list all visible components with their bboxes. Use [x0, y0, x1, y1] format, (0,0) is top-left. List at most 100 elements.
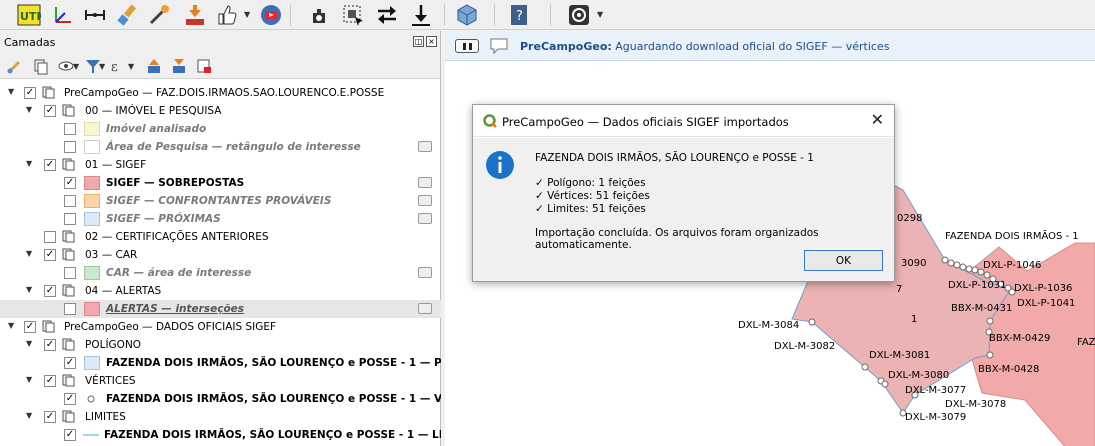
layer-sigef-sobrepostas[interactable]: ✓ SIGEF — SOBREPOSTAS [0, 174, 441, 192]
plugin-icon[interactable] [566, 2, 592, 28]
paint-brush-icon[interactable] [114, 2, 140, 28]
filter-indicator-icon[interactable] [418, 141, 432, 152]
layer-checkbox[interactable] [64, 123, 76, 135]
layer-checkbox[interactable]: ✓ [64, 357, 76, 369]
group-folder-icon [42, 86, 55, 99]
download-layer-icon[interactable] [182, 2, 208, 28]
map-label: DXL-M-3078 [945, 399, 1006, 410]
layer-poligono-fazenda[interactable]: ✓ FAZENDA DOIS IRMÃOS, SÃO LOURENÇO e PO… [0, 354, 441, 372]
collapse-arrow-icon[interactable]: ▼ [26, 375, 32, 384]
swap-arrows-icon[interactable] [374, 2, 400, 28]
collapse-arrow-icon[interactable]: ▼ [26, 249, 32, 258]
filter-indicator-icon[interactable] [418, 303, 432, 314]
layer-checkbox[interactable] [64, 213, 76, 225]
layer-symbol [84, 122, 100, 136]
layer-checkbox[interactable] [64, 141, 76, 153]
layer-limites-fazenda[interactable]: ✓ FAZENDA DOIS IRMÃOS, SÃO LOURENÇO e PO… [0, 426, 441, 444]
layer-sigef-proximas[interactable]: SIGEF — PRÓXIMAS [0, 210, 441, 228]
float-panel-icon[interactable]: ◫ [413, 36, 424, 47]
eyedropper-icon[interactable] [146, 2, 172, 28]
layer-checkbox[interactable]: ✓ [44, 339, 56, 351]
layer-sigef-confrontantes[interactable]: SIGEF — CONFRONTANTES PROVÁVEIS [0, 192, 441, 210]
layers-panel-toolbar: ▼ ▼ ε ▼ [0, 53, 440, 79]
ok-button[interactable]: OK [804, 250, 883, 271]
layer-checkbox[interactable]: ✓ [64, 177, 76, 189]
layer-checkbox[interactable] [64, 303, 76, 315]
add-group-icon[interactable] [32, 57, 50, 75]
youtube-gear-icon[interactable] [258, 2, 284, 28]
expand-all-icon[interactable] [145, 57, 163, 75]
layer-checkbox[interactable] [64, 267, 76, 279]
style-brush-icon[interactable] [6, 57, 24, 75]
collapse-arrow-icon[interactable]: ▼ [26, 285, 32, 294]
axes-icon[interactable] [50, 2, 76, 28]
layer-alertas-intersecoes[interactable]: ALERTAS — interseções [0, 300, 441, 318]
layer-group-limites[interactable]: ▼ ✓ LIMITES [0, 408, 441, 426]
layer-checkbox[interactable] [64, 195, 76, 207]
layer-checkbox[interactable]: ✓ [24, 321, 36, 333]
filter-indicator-icon[interactable] [418, 213, 432, 224]
layer-group-root-precampo[interactable]: ▼ ✓ PreCampoGeo — FAZ.DOIS.IRMAOS.SAO.LO… [0, 84, 441, 102]
layer-group-alertas[interactable]: ▼ ✓ 04 — ALERTAS [0, 282, 441, 300]
collapse-arrow-icon[interactable]: ▼ [26, 411, 32, 420]
map-label: DXL-P-1036 [1014, 283, 1072, 294]
layer-area-pesquisa[interactable]: Área de Pesquisa — retângulo de interess… [0, 138, 441, 156]
select-feature-icon[interactable] [340, 2, 366, 28]
thumbs-up-icon[interactable] [214, 2, 240, 28]
vertex-symbol-icon [87, 395, 95, 403]
filter-dropdown-icon[interactable]: ▼ [99, 62, 105, 71]
collapse-arrow-icon[interactable]: ▼ [8, 87, 14, 96]
filter-indicator-icon[interactable] [418, 195, 432, 206]
expression-dropdown-icon[interactable]: ▼ [128, 62, 134, 71]
layer-group-vertices[interactable]: ▼ ✓ VÉRTICES [0, 372, 441, 390]
utm-icon[interactable]: UTM [16, 2, 42, 28]
group-folder-icon [62, 248, 75, 261]
close-panel-icon[interactable]: × [426, 36, 437, 47]
visibility-dropdown-icon[interactable]: ▼ [73, 62, 79, 71]
layer-label: 04 — ALERTAS [85, 285, 162, 297]
map-label: DXL-P-1031 [948, 280, 1006, 291]
layer-checkbox[interactable]: ✓ [44, 249, 56, 261]
layer-checkbox[interactable]: ✓ [44, 159, 56, 171]
help-book-icon[interactable]: ? [506, 2, 532, 28]
layer-checkbox[interactable]: ✓ [44, 105, 56, 117]
layer-group-certificacoes[interactable]: 02 — CERTIFICAÇÕES ANTERIORES [0, 228, 441, 246]
layer-checkbox[interactable]: ✓ [44, 285, 56, 297]
remove-layer-icon[interactable] [195, 57, 213, 75]
layer-checkbox[interactable]: ✓ [44, 375, 56, 387]
layer-car-area[interactable]: CAR — área de interesse [0, 264, 441, 282]
expression-filter-icon[interactable]: ε [110, 57, 128, 75]
collapse-arrow-icon[interactable]: ▼ [8, 321, 14, 330]
thumbs-dropdown-icon[interactable]: ▼ [244, 10, 250, 19]
layer-group-car[interactable]: ▼ ✓ 03 — CAR [0, 246, 441, 264]
camera-icon[interactable] [306, 2, 332, 28]
collapse-arrow-icon[interactable]: ▼ [26, 159, 32, 168]
layer-imovel-analisado[interactable]: Imóvel analisado [0, 120, 441, 138]
measure-distance-icon[interactable] [82, 2, 108, 28]
layer-checkbox[interactable]: ✓ [24, 87, 36, 99]
layer-checkbox[interactable]: ✓ [44, 411, 56, 423]
message-bubble-icon [490, 38, 508, 55]
layer-checkbox[interactable]: ✓ [64, 429, 76, 441]
svg-text:ε: ε [111, 60, 118, 75]
download-arrow-icon[interactable] [408, 2, 434, 28]
collapse-arrow-icon[interactable]: ▼ [26, 105, 32, 114]
filter-indicator-icon[interactable] [418, 177, 432, 188]
grid-cube-icon[interactable] [454, 2, 480, 28]
layer-checkbox[interactable] [44, 231, 56, 243]
layer-label: ALERTAS — interseções [106, 303, 245, 315]
filter-indicator-icon[interactable] [418, 267, 432, 278]
pause-button[interactable] [455, 39, 479, 53]
collapse-all-icon[interactable] [170, 57, 188, 75]
layer-checkbox[interactable]: ✓ [64, 393, 76, 405]
layer-vertices-fazenda[interactable]: ✓ FAZENDA DOIS IRMÃOS, SÃO LOURENÇO e PO… [0, 390, 441, 408]
layer-symbol [84, 194, 100, 208]
plugin-dropdown-icon[interactable]: ▼ [597, 10, 603, 19]
layer-group-sigef[interactable]: ▼ ✓ 01 — SIGEF [0, 156, 441, 174]
layer-group-imovel[interactable]: ▼ ✓ 00 — IMÓVEL E PESQUISA [0, 102, 441, 120]
collapse-arrow-icon[interactable]: ▼ [26, 339, 32, 348]
layer-group-dados-oficiais[interactable]: ▼ ✓ PreCampoGeo — DADOS OFICIAIS SIGEF [0, 318, 441, 336]
close-icon[interactable]: ✕ [871, 111, 884, 129]
dialog-line-limites: ✓ Limites: 51 feições [535, 203, 646, 215]
layer-group-poligono[interactable]: ▼ ✓ POLÍGONO [0, 336, 441, 354]
